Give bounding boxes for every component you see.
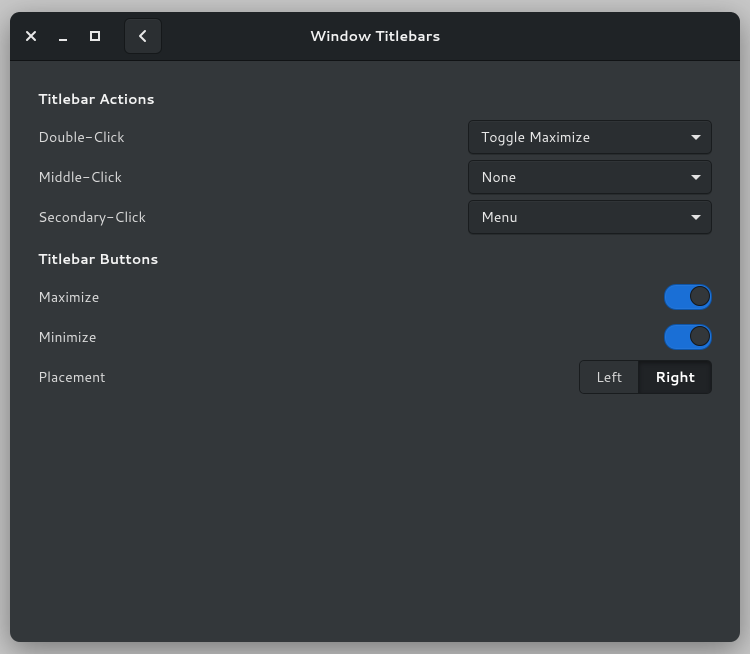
minimize-icon (57, 30, 69, 42)
window-close-button[interactable] (18, 23, 44, 49)
headerbar: Window Titlebars (10, 12, 740, 61)
dropdown-middle-click[interactable]: None (468, 160, 712, 194)
window-minimize-button[interactable] (50, 23, 76, 49)
switch-knob (690, 286, 710, 306)
maximize-icon (89, 30, 101, 42)
dropdown-secondary-click-value: Menu (481, 207, 518, 227)
label-double-click: Double-Click (38, 127, 125, 147)
label-maximize: Maximize (38, 287, 99, 307)
switch-knob (690, 326, 710, 346)
chevron-down-icon (691, 175, 701, 180)
row-minimize: Minimize (38, 319, 712, 355)
chevron-left-icon (136, 29, 150, 43)
dropdown-double-click[interactable]: Toggle Maximize (468, 120, 712, 154)
segmented-placement: Left Right (579, 360, 712, 394)
page-title: Window Titlebars (10, 26, 740, 46)
label-minimize: Minimize (38, 327, 96, 347)
row-double-click: Double-Click Toggle Maximize (38, 119, 712, 155)
row-maximize: Maximize (38, 279, 712, 315)
chevron-down-icon (691, 135, 701, 140)
dropdown-middle-click-value: None (481, 167, 516, 187)
switch-maximize[interactable] (664, 284, 712, 310)
section-title-actions: Titlebar Actions (38, 89, 712, 109)
settings-window: Window Titlebars Titlebar Actions Double… (10, 12, 740, 642)
section-title-buttons: Titlebar Buttons (38, 249, 712, 269)
dropdown-double-click-value: Toggle Maximize (481, 127, 590, 147)
label-secondary-click: Secondary-Click (38, 207, 146, 227)
segment-placement-right[interactable]: Right (639, 361, 711, 393)
switch-minimize[interactable] (664, 324, 712, 350)
row-secondary-click: Secondary-Click Menu (38, 199, 712, 235)
label-placement: Placement (38, 367, 105, 387)
content-area: Titlebar Actions Double-Click Toggle Max… (10, 61, 740, 642)
segment-placement-left[interactable]: Left (580, 361, 639, 393)
row-middle-click: Middle-Click None (38, 159, 712, 195)
chevron-down-icon (691, 215, 701, 220)
window-maximize-button[interactable] (82, 23, 108, 49)
close-icon (25, 30, 37, 42)
back-button[interactable] (124, 18, 162, 54)
row-placement: Placement Left Right (38, 359, 712, 395)
label-middle-click: Middle-Click (38, 167, 122, 187)
dropdown-secondary-click[interactable]: Menu (468, 200, 712, 234)
